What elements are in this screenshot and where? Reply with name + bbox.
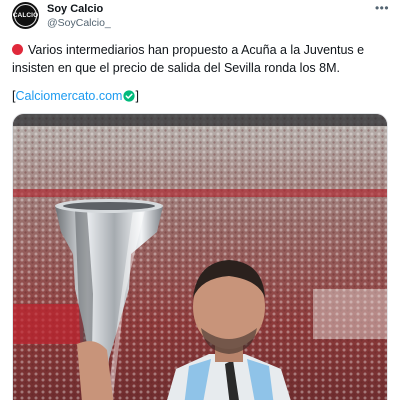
more-options-button[interactable]: •••: [373, 1, 391, 17]
tweet-photo[interactable]: [12, 113, 388, 400]
red-circle-icon: [12, 44, 23, 55]
bracket-close: ]: [135, 89, 139, 103]
author-display-name[interactable]: Soy Calcio: [47, 3, 103, 15]
source-link[interactable]: Calciomercato.com: [15, 89, 122, 103]
tweet-card[interactable]: CALCIO Soy Calcio @SoyCalcio_ ••• Varios…: [0, 0, 400, 400]
tweet-text: Varios intermediarios han propuesto a Ac…: [12, 41, 392, 77]
more-horizontal-icon: •••: [374, 1, 390, 15]
photo-illustration: [13, 114, 387, 400]
author-handle[interactable]: @SoyCalcio_: [47, 17, 111, 29]
verified-check-icon: [123, 90, 136, 102]
source-link-line: [Calciomercato.com]: [12, 89, 139, 103]
avatar-logo-text: CALCIO: [12, 12, 39, 19]
avatar[interactable]: CALCIO: [12, 2, 39, 29]
tweet-body: Varios intermediarios han propuesto a Ac…: [12, 43, 365, 75]
